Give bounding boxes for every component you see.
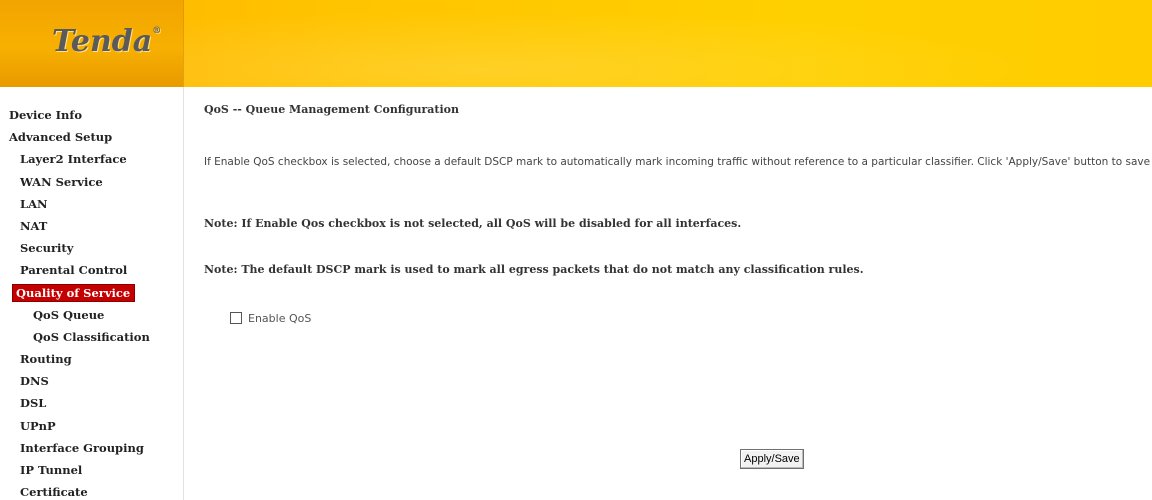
sidebar-nav: Device Info Advanced Setup Layer2 Interfac… <box>0 87 184 500</box>
logo-panel: Tenda® <box>0 0 184 87</box>
sidebar-item-label: QoS Classification <box>33 329 150 344</box>
tenda-logo: Tenda® <box>52 24 162 59</box>
sidebar-item-label: Advanced Setup <box>9 130 113 145</box>
sidebar-item-label: Quality of Service <box>12 283 136 302</box>
sidebar-item-qos-queue[interactable]: QoS Queue <box>0 304 183 326</box>
sidebar-item-layer2-interface[interactable]: Layer2 Interface <box>0 148 183 170</box>
sidebar-item-dsl[interactable]: DSL <box>0 392 183 414</box>
page-description: If Enable QoS checkbox is selected, choo… <box>204 156 1152 168</box>
main-content: QoS -- Queue Management Configuration If… <box>204 87 1152 500</box>
enable-qos-checkbox[interactable] <box>230 312 242 324</box>
sidebar-item-routing[interactable]: Routing <box>0 348 183 370</box>
sidebar-item-quality-of-service[interactable]: Quality of Service <box>0 282 183 304</box>
sidebar-item-wan-service[interactable]: WAN Service <box>0 171 183 193</box>
sidebar-item-nat[interactable]: NAT <box>0 215 183 237</box>
sidebar-item-label: DNS <box>20 374 49 389</box>
sidebar-item-ip-tunnel[interactable]: IP Tunnel <box>0 459 183 481</box>
sidebar-item-label: Parental Control <box>20 263 128 278</box>
sidebar-item-certificate[interactable]: Certificate <box>0 481 183 500</box>
sidebar-item-upnp[interactable]: UPnP <box>0 415 183 437</box>
sidebar-list: Device Info Advanced Setup Layer2 Interfac… <box>0 87 183 500</box>
header-glow <box>183 0 1152 87</box>
sidebar-item-label: UPnP <box>20 418 56 433</box>
sidebar-item-parental-control[interactable]: Parental Control <box>0 259 183 281</box>
sidebar-item-label: Routing <box>20 352 72 367</box>
sidebar-item-lan[interactable]: LAN <box>0 193 183 215</box>
sidebar-item-label: WAN Service <box>20 174 103 189</box>
sidebar-item-interface-grouping[interactable]: Interface Grouping <box>0 437 183 459</box>
sidebar-item-device-info[interactable]: Device Info <box>0 104 183 126</box>
sidebar-item-label: Security <box>20 241 74 256</box>
enable-qos-label: Enable QoS <box>248 312 312 325</box>
sidebar-item-label: Interface Grouping <box>20 440 144 455</box>
sidebar-item-label: DSL <box>20 396 47 411</box>
sidebar-item-label: Device Info <box>9 108 83 122</box>
sidebar-item-security[interactable]: Security <box>0 237 183 259</box>
page-title: QoS -- Queue Management Configuration <box>204 103 460 116</box>
sidebar-item-label: IP Tunnel <box>20 463 83 477</box>
sidebar-item-label: QoS Queue <box>33 307 105 322</box>
sidebar-item-label: LAN <box>20 196 48 211</box>
sidebar-item-advanced-setup[interactable]: Advanced Setup <box>0 126 183 148</box>
sidebar-item-dns[interactable]: DNS <box>0 370 183 392</box>
sidebar-item-label: Certificate <box>20 485 88 500</box>
note-default-dscp: Note: The default DSCP mark is used to m… <box>204 263 864 276</box>
sidebar-item-qos-classification[interactable]: QoS Classification <box>0 326 183 348</box>
apply-save-button[interactable]: Apply/Save <box>740 449 804 469</box>
sidebar-item-label: NAT <box>20 218 48 233</box>
header-banner: Tenda® <box>0 0 1152 87</box>
enable-qos-row: Enable QoS <box>230 312 311 325</box>
note-qos-disabled: Note: If Enable Qos checkbox is not sele… <box>204 217 742 230</box>
sidebar-item-label: Layer2 Interface <box>20 152 127 167</box>
